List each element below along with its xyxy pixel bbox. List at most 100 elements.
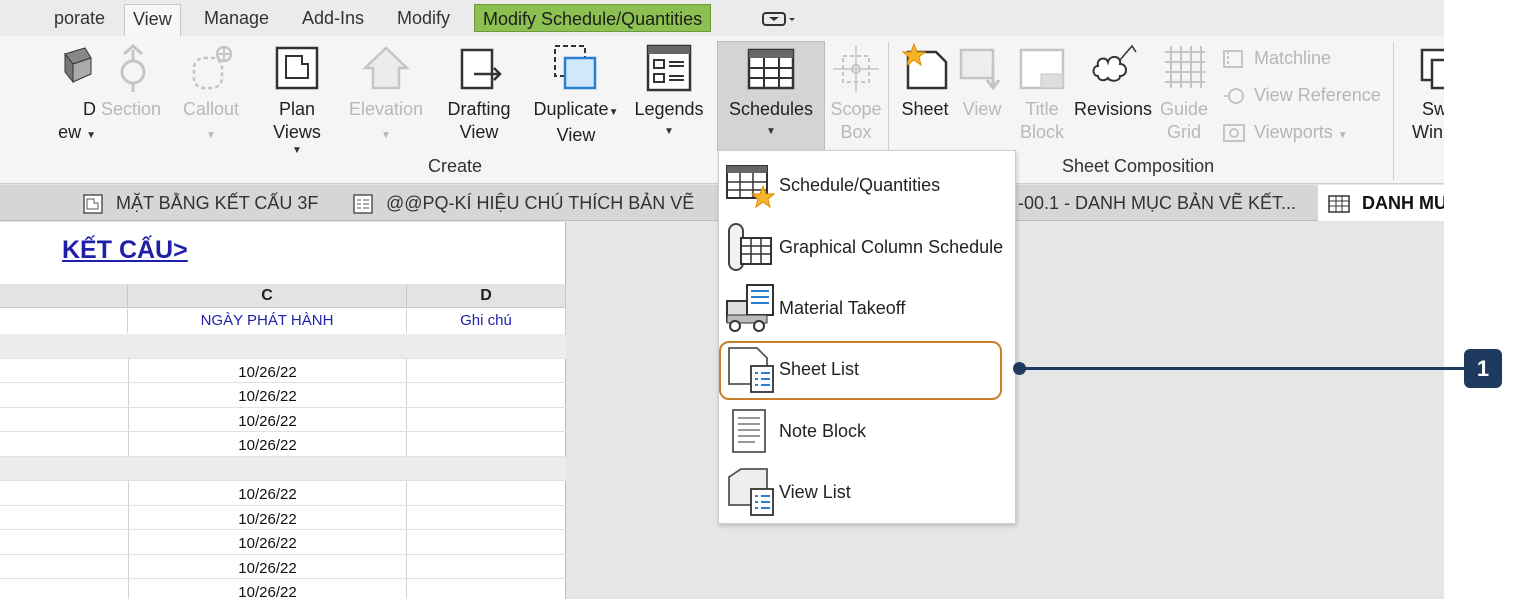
duplicate-view-icon	[554, 45, 597, 90]
tab-view[interactable]: View	[124, 4, 181, 36]
table-row[interactable]: 10/26/22	[0, 432, 566, 457]
panel-title-sheet-composition: Sheet Composition	[1062, 156, 1215, 176]
sheet-button[interactable]: Sheet	[896, 42, 954, 121]
tab-add-ins[interactable]: Add-Ins	[294, 4, 372, 32]
release-date-cell[interactable]: 10/26/22	[128, 407, 407, 431]
release-date-cell[interactable]: 10/26/22	[128, 579, 407, 599]
drafting-view-icon	[460, 48, 502, 90]
group-header-row[interactable]	[0, 334, 566, 359]
release-date-cell[interactable]: 10/26/22	[128, 358, 407, 382]
sheet-icon	[901, 42, 948, 90]
floor-plan-icon	[83, 194, 103, 214]
sheet-list-highlight	[719, 341, 1002, 400]
revit-window: porate View Manage Add-Ins Modify Modify…	[0, 0, 1444, 599]
scope-box-icon	[833, 46, 879, 92]
table-row[interactable]: 10/26/22	[0, 383, 566, 408]
elevation-icon	[361, 46, 411, 90]
3d-view-button[interactable]: D ew ▼	[40, 42, 100, 147]
quick-access-dropdown[interactable]	[762, 10, 796, 31]
column-header-d[interactable]: D	[407, 284, 566, 308]
legend-icon	[353, 194, 373, 214]
plan-views-icon	[275, 46, 319, 90]
3d-view-icon	[64, 47, 92, 84]
release-date-cell[interactable]: 10/26/22	[128, 481, 407, 505]
switch-windows-icon	[1420, 48, 1444, 90]
release-date-cell[interactable]	[128, 334, 407, 358]
title-block-icon	[1019, 48, 1065, 90]
release-date-cell[interactable]: 10/26/22	[128, 530, 407, 554]
title-block-button[interactable]: Title Block	[1012, 42, 1072, 144]
matchline-icon	[1223, 50, 1243, 69]
table-row[interactable]: 10/26/22	[0, 554, 566, 579]
view-list-icon	[728, 468, 774, 516]
matchline-button[interactable]: Matchline	[1222, 48, 1331, 76]
header-ghi-chu[interactable]: Ghi chú	[407, 309, 566, 333]
scope-box-button[interactable]: Scope Box	[828, 42, 884, 144]
graphical-column-schedule-icon	[728, 223, 772, 271]
legends-button[interactable]: Legends ▼	[632, 42, 706, 143]
menu-item-material-takeoff[interactable]: Material Takeoff	[719, 276, 1017, 337]
table-row[interactable]: 10/26/22	[0, 530, 566, 555]
note-block-icon	[732, 409, 766, 453]
duplicate-view-button[interactable]: Duplicate▼ View	[528, 42, 624, 147]
place-view-button[interactable]: View	[956, 42, 1008, 121]
schedules-icon	[747, 48, 795, 90]
schedules-dropdown-menu: Schedule/Quantities Graphical Column Sch…	[718, 150, 1016, 524]
panel-divider	[1393, 42, 1394, 180]
menu-item-view-list[interactable]: View List	[719, 460, 1017, 521]
menu-item-note-block[interactable]: Note Block	[719, 399, 1017, 460]
table-row[interactable]: 10/26/22	[0, 505, 566, 530]
guide-grid-button[interactable]: Guide Grid	[1156, 42, 1212, 144]
switch-windows-button[interactable]: Sw Win	[1404, 42, 1444, 144]
view-tab-floor-plan[interactable]: MẶT BẰNG KẾT CẤU 3F	[82, 185, 318, 221]
table-row[interactable]: 10/26/22	[0, 579, 566, 599]
column-header	[0, 284, 128, 308]
view-tab-sheet-list[interactable]: -00.1 - DANH MỤC BẢN VẼ KẾT...	[1018, 185, 1296, 221]
screenshot: porate View Manage Add-Ins Modify Modify…	[0, 0, 1520, 599]
callout-badge: 1	[1464, 349, 1502, 388]
view-reference-button[interactable]: View Reference	[1222, 85, 1381, 113]
table-row[interactable]: 10/26/22	[0, 358, 566, 383]
window-switch-icon	[762, 12, 795, 26]
material-takeoff-icon	[726, 284, 774, 332]
release-date-cell[interactable]: 10/26/22	[128, 383, 407, 407]
view-tab-active-schedule[interactable]: DANH MU	[1318, 185, 1444, 221]
release-date-cell[interactable]: 10/26/22	[128, 432, 407, 456]
3d-view-label: D	[83, 99, 96, 119]
table-row[interactable]: 10/26/22	[0, 481, 566, 506]
header-ngay-phat-hanh[interactable]: NGÀY PHÁT HÀNH	[128, 309, 407, 333]
elevation-button[interactable]: Elevation ▼	[346, 42, 426, 147]
revisions-button[interactable]: Revisions	[1072, 42, 1154, 121]
release-date-cell[interactable]: 10/26/22	[128, 554, 407, 578]
viewports-dropdown[interactable]: Viewports ▼	[1222, 122, 1348, 150]
tab-manage[interactable]: Manage	[196, 4, 277, 32]
table-row[interactable]: 10/26/22	[0, 407, 566, 432]
revisions-icon	[1092, 44, 1137, 82]
schedule-quantities-icon	[726, 165, 775, 209]
view-reference-icon	[1224, 88, 1244, 105]
schedules-button[interactable]: Schedules ▼	[717, 41, 825, 151]
menu-item-graphical-column-schedule[interactable]: Graphical Column Schedule	[719, 215, 1017, 276]
group-header-row[interactable]	[0, 456, 566, 481]
callout-line	[1020, 367, 1464, 370]
section-icon	[120, 43, 146, 92]
release-date-cell[interactable]: 10/26/22	[128, 505, 407, 529]
release-date-cell[interactable]	[128, 457, 407, 481]
callout-icon	[192, 45, 233, 90]
callout-label: Callout	[182, 99, 240, 119]
plan-views-button[interactable]: Plan Views ▼	[262, 42, 332, 162]
tab-collaborate[interactable]: porate	[46, 4, 113, 32]
menu-item-schedule-quantities[interactable]: Schedule/Quantities	[719, 153, 1017, 214]
tab-modify[interactable]: Modify	[389, 4, 458, 32]
guide-grid-icon	[1165, 46, 1205, 88]
callout-button[interactable]: Callout ▼	[174, 42, 248, 147]
tab-modify-schedule-quantities[interactable]: Modify Schedule/Quantities	[474, 4, 712, 32]
drafting-view-button[interactable]: Drafting View	[440, 42, 518, 144]
column-header-c[interactable]: C	[128, 284, 407, 308]
view-tab-legend[interactable]: @@PQ-KÍ HIỆU CHÚ THÍCH BẢN VẼ	[352, 185, 694, 221]
section-button[interactable]: Section	[98, 42, 164, 121]
viewports-icon	[1223, 124, 1245, 143]
schedule-view: KẾT CẤU> C D NGÀY PHÁT HÀNH Ghi chú 10/2…	[0, 222, 566, 599]
section-label: Section	[100, 99, 162, 119]
header-cell	[0, 309, 128, 333]
